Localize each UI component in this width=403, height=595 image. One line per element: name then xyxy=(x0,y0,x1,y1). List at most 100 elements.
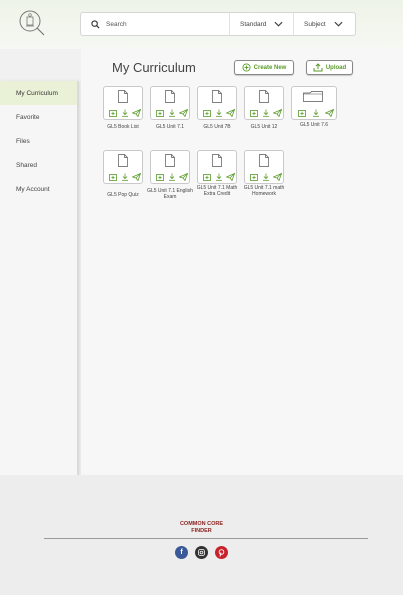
send-icon[interactable] xyxy=(132,109,141,117)
brand-line-1: COMMON CORE xyxy=(179,521,224,527)
file-card[interactable]: GL5 Unit 7B xyxy=(197,86,237,131)
search-input[interactable]: Search xyxy=(106,21,229,28)
send-icon[interactable] xyxy=(226,173,235,181)
folder-tile[interactable] xyxy=(291,86,337,120)
sidebar-item-my-account[interactable]: My Account xyxy=(0,177,77,201)
brand-name[interactable]: COMMON CORE FINDER xyxy=(0,521,403,535)
file-card[interactable]: GL5 Unit 12 xyxy=(244,86,284,131)
file-name: GL5 Unit 7.1 English Exam xyxy=(147,188,193,200)
file-tile[interactable] xyxy=(103,150,143,184)
add-icon[interactable] xyxy=(155,173,164,181)
add-icon[interactable] xyxy=(249,173,258,181)
document-icon xyxy=(212,154,222,167)
download-icon[interactable] xyxy=(120,173,129,181)
chevron-down-icon xyxy=(334,21,343,27)
add-icon[interactable] xyxy=(249,109,258,117)
file-actions xyxy=(202,109,235,117)
file-tile[interactable] xyxy=(197,86,237,120)
send-icon[interactable] xyxy=(179,109,188,117)
upload-label: Upload xyxy=(325,64,347,71)
file-name: GL5 Pop Quiz xyxy=(107,192,139,198)
sidebar-item-my-curriculum[interactable]: My Curriculum xyxy=(0,81,77,105)
download-icon[interactable] xyxy=(120,109,129,117)
file-card[interactable]: GL5 Unit 7.1 math Homework xyxy=(244,150,284,198)
plus-circle-icon xyxy=(242,63,251,72)
send-icon[interactable] xyxy=(179,173,188,181)
download-icon[interactable] xyxy=(214,173,223,181)
sidebar-item-favorite[interactable]: Favorite xyxy=(0,105,77,129)
file-tile[interactable] xyxy=(150,86,190,120)
file-tile[interactable] xyxy=(150,150,190,184)
search-bar: Search Standard Subject xyxy=(80,12,356,36)
folder-name: GL5 Unit 7.6 xyxy=(299,122,329,128)
document-icon xyxy=(165,90,175,103)
file-actions xyxy=(108,109,141,117)
document-icon xyxy=(118,154,128,167)
chevron-down-icon xyxy=(274,21,283,27)
send-icon[interactable] xyxy=(132,173,141,181)
standard-dropdown[interactable]: Standard xyxy=(229,13,293,35)
add-icon[interactable] xyxy=(108,109,117,117)
file-actions xyxy=(155,109,188,117)
upload-button[interactable]: Upload xyxy=(306,60,353,75)
main-content: My Curriculum Create New Upload GL5 Book… xyxy=(81,49,403,475)
file-tile[interactable] xyxy=(244,150,284,184)
pinterest-icon[interactable] xyxy=(215,546,228,559)
sidebar-item-shared[interactable]: Shared xyxy=(0,153,77,177)
document-icon xyxy=(118,90,128,103)
page-title: My Curriculum xyxy=(112,60,196,75)
file-card[interactable]: GL5 Unit 7.1 Math Extra Credit xyxy=(197,150,237,198)
folder-icon xyxy=(303,91,323,102)
file-card[interactable]: GL5 Book List xyxy=(103,86,143,131)
file-card[interactable]: GL5 Unit 7.1 English Exam xyxy=(147,150,193,201)
file-actions xyxy=(108,173,141,181)
file-actions xyxy=(297,109,334,117)
download-icon[interactable] xyxy=(167,109,176,117)
file-card[interactable]: GL5 Unit 7.1 xyxy=(150,86,190,131)
file-name: GL5 Unit 7B xyxy=(203,124,231,130)
logo-icon[interactable] xyxy=(18,9,46,37)
document-icon xyxy=(212,90,222,103)
search-icon[interactable] xyxy=(84,13,106,35)
file-name: GL5 Unit 7.1 math Homework xyxy=(243,185,285,197)
download-icon[interactable] xyxy=(167,173,176,181)
facebook-icon[interactable]: f xyxy=(175,546,188,559)
footer-divider xyxy=(44,538,368,539)
sidebar: My Curriculum Favorite Files Shared My A… xyxy=(0,81,79,475)
file-name: GL5 Unit 7.1 xyxy=(155,124,185,130)
add-icon[interactable] xyxy=(297,109,306,117)
brand-line-2: FINDER xyxy=(191,528,212,534)
sidebar-item-files[interactable]: Files xyxy=(0,129,77,153)
add-icon[interactable] xyxy=(202,173,211,181)
create-new-button[interactable]: Create New xyxy=(234,60,294,75)
folder-card[interactable]: GL5 Unit 7.6 xyxy=(291,86,337,129)
file-actions xyxy=(249,173,282,181)
download-icon[interactable] xyxy=(261,109,270,117)
file-tile[interactable] xyxy=(197,150,237,184)
file-actions xyxy=(155,173,188,181)
download-icon[interactable] xyxy=(214,109,223,117)
send-icon[interactable] xyxy=(273,109,282,117)
create-new-label: Create New xyxy=(253,64,287,71)
download-icon[interactable] xyxy=(311,109,320,117)
file-tile[interactable] xyxy=(244,86,284,120)
standard-label: Standard xyxy=(240,20,267,28)
document-icon xyxy=(165,154,175,167)
file-card[interactable]: GL5 Pop Quiz xyxy=(103,150,143,199)
send-icon[interactable] xyxy=(325,109,334,117)
file-tile[interactable] xyxy=(103,86,143,120)
add-icon[interactable] xyxy=(202,109,211,117)
file-actions xyxy=(249,109,282,117)
add-icon[interactable] xyxy=(108,173,117,181)
subject-dropdown[interactable]: Subject xyxy=(293,13,355,35)
download-icon[interactable] xyxy=(261,173,270,181)
send-icon[interactable] xyxy=(226,109,235,117)
add-icon[interactable] xyxy=(155,109,164,117)
footer: COMMON CORE FINDER f xyxy=(0,475,403,595)
send-icon[interactable] xyxy=(273,173,282,181)
document-icon xyxy=(259,154,269,167)
file-actions xyxy=(202,173,235,181)
instagram-icon[interactable] xyxy=(195,546,208,559)
file-name: GL5 Book List xyxy=(107,124,139,130)
top-bar: Search Standard Subject xyxy=(0,0,403,49)
